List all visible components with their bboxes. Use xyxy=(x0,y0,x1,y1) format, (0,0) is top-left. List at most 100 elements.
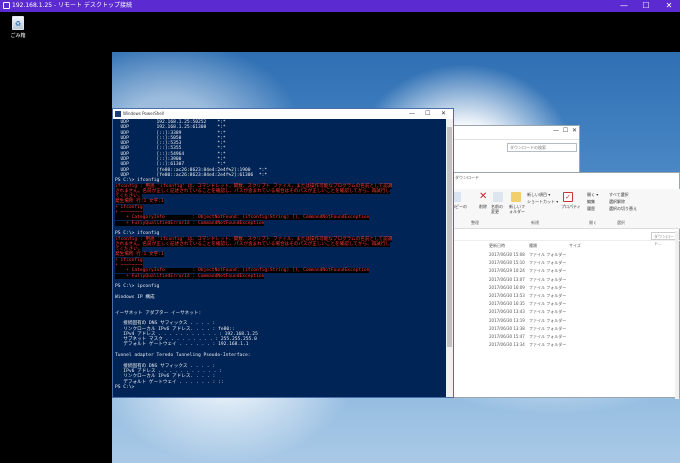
delete-icon[interactable]: ✕ xyxy=(479,192,489,202)
row-type: ファイル フォルダー xyxy=(529,334,567,339)
table-row[interactable]: 2017/06/30 13:53 ファイル フォルダー xyxy=(449,292,680,300)
row-type: ファイル フォルダー xyxy=(529,293,567,298)
row-date: 2017/06/30 13:19 xyxy=(489,317,525,323)
console-text: リンクローカル IPv6 アドレス. . . . : xyxy=(115,374,216,380)
table-row[interactable]: 2017/06/30 13:38 ファイル フォルダー xyxy=(449,325,680,333)
recycle-bin-label: ごみ箱 xyxy=(10,33,26,39)
console-error-text: + ifconfig xyxy=(115,204,143,210)
open-button[interactable]: 開く ▾ xyxy=(587,192,598,197)
rename-icon[interactable] xyxy=(493,192,503,202)
row-date: 2017/06/30 16:35 xyxy=(489,301,525,307)
invert-selection-button[interactable]: 選択の切り替え xyxy=(609,206,637,211)
table-row[interactable]: 2017/06/30 16:35 ファイル フォルダー xyxy=(449,300,680,308)
console-text: Tunnel adapter Teredo Tunneling Pseudo-I… xyxy=(115,353,251,359)
console-text: リンクローカル IPv6 アドレス. . . . : fe80:: xyxy=(115,326,235,332)
console-text: デフォルト ゲートウェイ . . . . . . : 192.168.1.1 xyxy=(115,342,249,348)
console-text: 接続固有の DNS サフィックス . . . . : xyxy=(115,363,216,369)
table-row[interactable]: 2017/06/30 15:10 ファイル フォルダー xyxy=(449,259,680,267)
explorer-title: ダウンロード xyxy=(449,173,679,183)
rename-button[interactable]: 名前の変更 xyxy=(491,204,505,214)
new-folder-icon[interactable] xyxy=(511,192,521,202)
search-input[interactable]: ダウンロードの検索 xyxy=(507,143,577,152)
row-type: ファイル フォルダー xyxy=(529,301,567,307)
group-new: 新規 xyxy=(531,220,539,225)
properties-icon[interactable]: ✓ xyxy=(563,192,573,202)
row-date: 2017/06/30 13:43 xyxy=(489,309,525,315)
window-controls-icon[interactable]: — ☐ ✕ xyxy=(553,127,577,134)
console-error-text: されません。名前が正しく記述されていることを確認し、パスが含まれている場合はその… xyxy=(115,241,391,247)
row-type: ファイル フォルダー xyxy=(529,260,567,266)
edit-button[interactable]: 編集 xyxy=(587,199,595,204)
console-error-text: + FullyQualifiedErrorId : CommandNotFoun… xyxy=(115,220,265,226)
explorer-window[interactable]: ダウンロード コピーの ✕ 削除 名前の変更 新しいフォルダー 新しい項目 ▾ … xyxy=(448,172,680,399)
console-text: デフォルト ゲートウェイ . . . . . . : :: xyxy=(115,379,224,385)
table-row[interactable]: 2017/06/29 10:24 ファイル フォルダー xyxy=(449,267,680,275)
console-error-text: されません。名前が正しく記述されていることを確認し、パスが含まれている場合はその… xyxy=(115,188,391,194)
table-row[interactable]: 2017/06/30 15:47 ファイル フォルダー xyxy=(449,333,680,341)
ps-maximize-button[interactable]: ☐ xyxy=(425,109,430,119)
table-row[interactable]: 2017/06/30 13:34 ファイル フォルダー xyxy=(449,341,680,349)
console-text: PS C:\> ipconfig xyxy=(115,284,160,290)
console-text: UDP [::]:3389 *:* xyxy=(115,130,226,136)
row-type: ファイル フォルダー xyxy=(529,309,567,315)
properties-button[interactable]: プロパティ xyxy=(561,204,581,209)
group-select: 選択 xyxy=(617,220,625,225)
new-item-button[interactable]: 新しい項目 ▾ xyxy=(527,192,550,197)
explorer-window-back[interactable]: — ☐ ✕ ダウンロードの検索 xyxy=(440,125,580,177)
row-type: ファイル フォルダー xyxy=(529,268,567,274)
console-error-text: 発生場所 行:1 文字:1 xyxy=(115,252,164,258)
row-type: ファイル フォルダー xyxy=(529,317,567,323)
maximize-button[interactable]: ☐ xyxy=(638,0,654,12)
row-date: 2017/06/30 13:07 xyxy=(489,276,525,282)
scrollbar[interactable] xyxy=(675,231,679,399)
ps-minimize-button[interactable]: — xyxy=(409,109,415,119)
column-header-date[interactable]: 更新日時 xyxy=(489,243,505,249)
table-row[interactable]: 2017/06/30 16:09 ファイル フォルダー xyxy=(449,284,680,292)
table-row[interactable]: 2017/06/30 13:19 ファイル フォルダー xyxy=(449,317,680,325)
shortcut-button[interactable]: ショートカット ▾ xyxy=(527,199,558,204)
table-row[interactable]: 2017/06/30 15:08 ファイル フォルダー xyxy=(449,251,680,259)
console-text: UDP 192.168.1.25:61308 *:* xyxy=(115,125,226,131)
select-none-button[interactable]: 選択解除 xyxy=(609,199,625,204)
recycle-bin[interactable]: ♻ ごみ箱 xyxy=(6,16,30,39)
column-header-size[interactable]: サイズ xyxy=(569,243,581,249)
recycle-bin-icon: ♻ xyxy=(12,16,24,30)
address-bar[interactable]: ダウンロード... xyxy=(449,231,680,246)
console-text: Windows IP 構成 xyxy=(115,294,155,300)
powershell-title-bar[interactable]: Windows PowerShell — ☐ ✕ xyxy=(113,109,453,119)
console-text: PS C:\> ifconfig xyxy=(115,231,160,237)
powershell-window[interactable]: Windows PowerShell — ☐ ✕ UDP 192.168.1.2… xyxy=(112,108,454,398)
console-text: 接続固有の DNS サフィックス . . . . : xyxy=(115,321,216,327)
console-error-text: ifconfig : 用語 'ifconfig' は、コマンドレット、関数、スク… xyxy=(115,236,393,242)
console-text: PS C:\> xyxy=(115,384,135,390)
console-scrollbar[interactable] xyxy=(446,119,453,397)
rdp-title-bar[interactable]: 192.168.1.25 - リモート デスクトップ接続 — ☐ ✕ xyxy=(0,0,680,12)
group-organize: 整理 xyxy=(471,220,479,225)
minimize-button[interactable]: — xyxy=(616,0,632,12)
console-error-text: + CategoryInfo : ObjectNotFound: (ifconf… xyxy=(115,268,370,274)
delete-button[interactable]: 削除 xyxy=(479,204,487,209)
row-date: 2017/06/30 15:08 xyxy=(489,252,525,257)
group-open: 開く xyxy=(589,220,597,225)
scroll-thumb[interactable] xyxy=(447,127,452,347)
powershell-title: Windows PowerShell xyxy=(123,111,164,116)
console-output[interactable]: UDP 192.168.1.25:50252 *:* UDP 192.168.1… xyxy=(115,120,445,397)
row-date: 2017/06/30 16:09 xyxy=(489,284,525,290)
ps-close-button[interactable]: ✕ xyxy=(441,109,446,119)
console-text: PS C:\> ifconfig xyxy=(115,178,160,184)
table-row[interactable]: 2017/06/30 13:07 ファイル フォルダー xyxy=(449,276,680,284)
select-all-button[interactable]: すべて選択 xyxy=(609,192,629,197)
row-date: 2017/06/30 13:34 xyxy=(489,342,525,348)
close-button[interactable]: ✕ xyxy=(661,0,677,12)
column-header-type[interactable]: 種類 xyxy=(529,243,537,249)
console-text: UDP [::]:61307 *:* xyxy=(115,162,226,168)
row-date: 2017/06/30 15:47 xyxy=(489,334,525,339)
table-row[interactable]: 2017/06/30 13:43 ファイル フォルダー xyxy=(449,308,680,316)
history-button[interactable]: 履歴 xyxy=(587,206,595,211)
row-date: 2017/06/30 15:10 xyxy=(489,260,525,266)
row-type: ファイル フォルダー xyxy=(529,342,567,348)
new-folder-button[interactable]: 新しいフォルダー xyxy=(509,204,525,214)
